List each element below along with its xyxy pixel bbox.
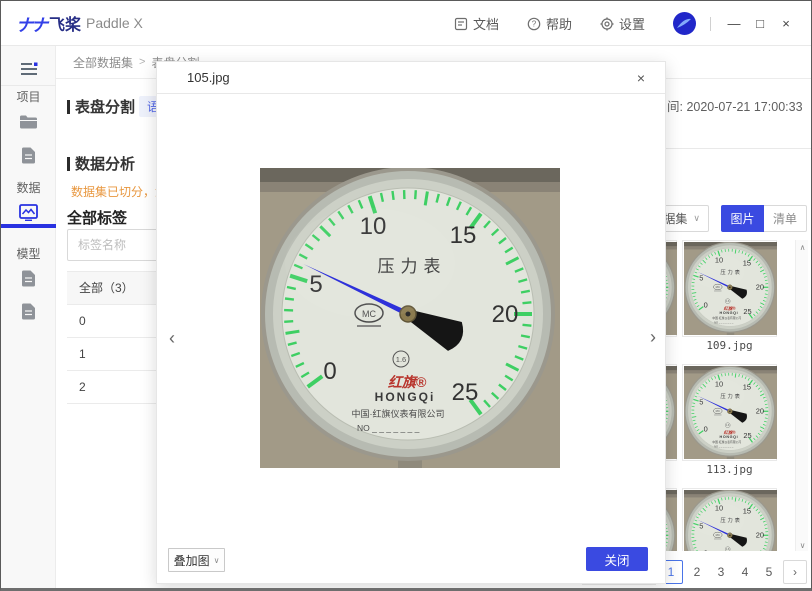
- app-logo: ナナ 飞桨 Paddle X: [16, 11, 143, 36]
- modal-header: 105.jpg ×: [157, 62, 665, 94]
- analysis-title-row: 数据分析: [67, 153, 135, 174]
- modal-close-button[interactable]: 关闭: [586, 547, 648, 571]
- sidebar-section-project: 项目: [1, 88, 56, 105]
- maximize-button[interactable]: □: [749, 16, 771, 31]
- thumbnail-113-caption: 113.jpg: [682, 463, 777, 476]
- next-image-arrow[interactable]: ›: [650, 327, 656, 348]
- sidebar-item-model-doc-2[interactable]: [1, 303, 56, 320]
- paddle-logo-icon: ナナ: [16, 11, 46, 36]
- sidebar: 项目 数据 模型: [1, 46, 56, 588]
- dataset-title: 表盘分割: [75, 96, 135, 117]
- file-icon: [21, 147, 36, 164]
- minimize-button[interactable]: —: [723, 16, 745, 31]
- title-bar: ナナ 飞桨 Paddle X 文档 ? 帮助 设置 — □ ×: [1, 1, 811, 46]
- document-icon: [454, 17, 468, 31]
- help-icon: ?: [527, 17, 541, 31]
- chevron-down-icon: ∨: [693, 213, 700, 224]
- page-5-button[interactable]: 5: [759, 560, 779, 584]
- next-page-button[interactable]: ›: [783, 560, 807, 584]
- file-icon: [21, 303, 36, 320]
- split-warning-text: 数据集已切分，您: [71, 183, 167, 200]
- scroll-up-icon[interactable]: ∧: [796, 241, 809, 254]
- window-controls-divider: [710, 17, 711, 31]
- view-toggle-list[interactable]: 清单: [764, 205, 807, 232]
- view-toggle-images[interactable]: 图片: [721, 205, 764, 232]
- breadcrumb-separator: >: [139, 56, 145, 68]
- image-preview-modal: 105.jpg × ‹ › 叠加图 ∨ 关闭: [156, 61, 666, 584]
- help-button[interactable]: ? 帮助: [527, 14, 572, 33]
- hamburger-icon: [20, 62, 38, 76]
- svg-text:?: ?: [532, 19, 537, 28]
- sidebar-item-project-doc[interactable]: [1, 147, 56, 164]
- sidebar-item-project-list[interactable]: [1, 114, 56, 130]
- paddle-avatar-icon: [676, 16, 692, 30]
- analysis-title: 数据分析: [75, 153, 135, 174]
- app-window: ナナ 飞桨 Paddle X 文档 ? 帮助 设置 — □ ×: [0, 0, 812, 591]
- thumbnail-109-caption: 109.jpg: [682, 339, 777, 352]
- page-4-button[interactable]: 4: [735, 560, 755, 584]
- section-bar: [67, 100, 70, 114]
- brand-name-en: Paddle X: [86, 15, 143, 31]
- labels-title: 全部标签: [67, 207, 127, 228]
- folder-icon: [19, 114, 38, 130]
- pagination: 1 2 3 4 5 ›: [656, 551, 811, 591]
- gauge-photo: [260, 168, 560, 468]
- docs-label: 文档: [473, 14, 499, 33]
- docs-button[interactable]: 文档: [454, 14, 499, 33]
- close-window-button[interactable]: ×: [775, 16, 797, 31]
- previous-image-arrow[interactable]: ‹: [169, 328, 175, 349]
- breadcrumb-all-datasets[interactable]: 全部数据集: [73, 54, 133, 71]
- settings-button[interactable]: 设置: [600, 14, 645, 33]
- overlay-mode-dropdown[interactable]: 叠加图 ∨: [168, 548, 225, 572]
- collapse-menu-button[interactable]: [1, 54, 56, 84]
- sidebar-section-data: 数据: [1, 179, 56, 196]
- page-3-button[interactable]: 3: [711, 560, 731, 584]
- user-avatar[interactable]: [673, 12, 696, 35]
- brand-name-cn: 飞桨: [49, 11, 81, 35]
- dataset-title-row: 表盘分割: [67, 96, 135, 117]
- view-toggle: 图片 清单: [721, 205, 807, 232]
- sidebar-divider: [1, 85, 56, 86]
- gear-icon: [600, 17, 614, 31]
- modal-close-icon[interactable]: ×: [631, 68, 651, 88]
- dataset-image-icon: [19, 204, 38, 221]
- section-bar: [67, 157, 70, 171]
- thumbnail-109[interactable]: [682, 240, 777, 337]
- sidebar-active-indicator: [1, 224, 56, 228]
- chevron-down-icon: ∨: [214, 556, 220, 565]
- file-icon: [21, 270, 36, 287]
- overlay-mode-value: 叠加图: [174, 552, 210, 569]
- thumbnail-113[interactable]: [682, 364, 777, 461]
- page-2-button[interactable]: 2: [687, 560, 707, 584]
- title-bar-actions: 文档 ? 帮助 设置 — □ ×: [454, 1, 801, 46]
- modal-filename: 105.jpg: [187, 70, 230, 85]
- sidebar-item-dataset-active[interactable]: [1, 204, 56, 221]
- help-label: 帮助: [546, 14, 572, 33]
- created-time-text: 间: 2020-07-21 17:00:33: [667, 96, 803, 115]
- settings-label: 设置: [619, 14, 645, 33]
- sidebar-item-model-doc-1[interactable]: [1, 270, 56, 287]
- sidebar-section-model: 模型: [1, 245, 56, 262]
- thumbnail-scrollbar[interactable]: ∧ ∨: [795, 240, 808, 553]
